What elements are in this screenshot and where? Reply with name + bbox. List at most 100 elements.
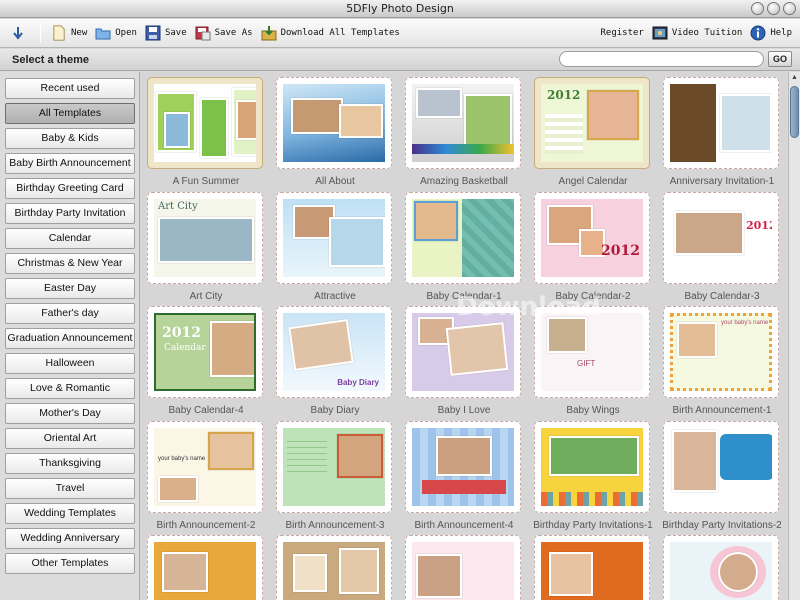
calendar-year-text: 2012 bbox=[746, 219, 772, 232]
template-card-anniversary-invitation-1[interactable] bbox=[663, 77, 779, 169]
template-card-all-about[interactable] bbox=[276, 77, 392, 169]
template-card-baby-calendar-3[interactable]: 2012 bbox=[663, 192, 779, 284]
sidebar-item-christmas-new-year[interactable]: Christmas & New Year bbox=[5, 253, 135, 274]
template-preview: your baby's name bbox=[154, 428, 256, 506]
close-button[interactable] bbox=[783, 2, 796, 15]
open-label: Open bbox=[115, 28, 137, 38]
theme-bar: Select a theme GO bbox=[0, 49, 800, 71]
scrollbar-thumb[interactable] bbox=[790, 86, 799, 138]
template-preview: 2012 bbox=[541, 84, 643, 162]
template-card-art-city[interactable]: Art City bbox=[147, 192, 263, 284]
template-caption: Baby Calendar-4 bbox=[168, 405, 244, 416]
minimize-button[interactable] bbox=[751, 2, 764, 15]
download-arrow-button[interactable] bbox=[0, 21, 34, 45]
template-caption: Baby Diary bbox=[310, 405, 360, 416]
sidebar-item-graduation-announcement[interactable]: Graduation Announcement bbox=[5, 328, 135, 349]
download-all-templates-button[interactable]: Download All Templates bbox=[257, 21, 404, 45]
sidebar-item-travel[interactable]: Travel bbox=[5, 478, 135, 499]
template-card-birthday-party-invitations-2[interactable] bbox=[663, 421, 779, 513]
template-preview bbox=[412, 428, 514, 506]
template-card-angel-calendar[interactable]: 2012 bbox=[534, 77, 650, 169]
sidebar-item-baby-birth-announcement[interactable]: Baby Birth Announcement bbox=[5, 153, 135, 174]
template-caption: Birthday Party Invitations-1 bbox=[533, 520, 653, 531]
video-tuition-label: Video Tuition bbox=[671, 28, 743, 38]
template-card-baby-diary[interactable]: Baby Diary bbox=[276, 306, 392, 398]
gallery-scrollbar[interactable]: ▲ bbox=[788, 72, 800, 600]
template-card-baby-calendar-1[interactable]: 2012 bbox=[405, 192, 521, 284]
template-card[interactable] bbox=[276, 535, 392, 600]
template-caption: Birth Announcement-3 bbox=[285, 520, 385, 531]
template-card-attractive[interactable] bbox=[276, 192, 392, 284]
template-card-baby-wings[interactable]: GIFT bbox=[534, 306, 650, 398]
template-preview: 2012 bbox=[541, 199, 643, 277]
template-caption: Anniversary Invitation-1 bbox=[669, 176, 775, 187]
template-card[interactable] bbox=[147, 535, 263, 600]
zoom-button[interactable] bbox=[767, 2, 780, 15]
help-label: Help bbox=[770, 28, 792, 38]
sidebar-item-recent-used[interactable]: Recent used bbox=[5, 78, 135, 99]
help-button[interactable]: Help bbox=[746, 21, 796, 45]
template-caption: Birthday Party Invitations-2 bbox=[662, 520, 782, 531]
template-card-birth-announcement-4[interactable] bbox=[405, 421, 521, 513]
new-document-icon bbox=[53, 25, 65, 41]
template-preview bbox=[670, 542, 772, 600]
template-card-baby-calendar-4[interactable]: 2012 Calendar bbox=[147, 306, 263, 398]
template-card-baby-i-love[interactable] bbox=[405, 306, 521, 398]
sidebar-item-love-romantic[interactable]: Love & Romantic bbox=[5, 378, 135, 399]
template-card-a-fun-summer[interactable] bbox=[147, 77, 263, 169]
sidebar-item-oriental-art[interactable]: Oriental Art bbox=[5, 428, 135, 449]
template-preview bbox=[154, 84, 256, 162]
sidebar-item-all-templates[interactable]: All Templates bbox=[5, 103, 135, 124]
video-tuition-button[interactable]: Video Tuition bbox=[648, 21, 746, 45]
sidebar-item-wedding-anniversary[interactable]: Wedding Anniversary bbox=[5, 528, 135, 549]
template-caption: Birth Announcement-4 bbox=[414, 520, 514, 531]
open-button[interactable]: Open bbox=[91, 21, 141, 45]
sidebar-item-calendar[interactable]: Calendar bbox=[5, 228, 135, 249]
sidebar-item-birthday-greeting-card[interactable]: Birthday Greeting Card bbox=[5, 178, 135, 199]
new-button[interactable]: New bbox=[47, 21, 91, 45]
save-button[interactable]: Save bbox=[141, 21, 191, 45]
sidebar-item-birthday-party-invitation[interactable]: Birthday Party Invitation bbox=[5, 203, 135, 224]
template-preview bbox=[541, 542, 643, 600]
template-card-birth-announcement-1[interactable]: your baby's name bbox=[663, 306, 779, 398]
template-preview: GIFT bbox=[541, 313, 643, 391]
sidebar-item-other-templates[interactable]: Other Templates bbox=[5, 553, 135, 574]
save-as-button[interactable]: Save As bbox=[191, 21, 257, 45]
download-all-label: Download All Templates bbox=[280, 28, 400, 38]
template-preview: 2012 bbox=[412, 199, 514, 277]
sidebar-item-halloween[interactable]: Halloween bbox=[5, 353, 135, 374]
template-preview bbox=[541, 428, 643, 506]
template-preview bbox=[412, 313, 514, 391]
template-card-birth-announcement-2[interactable]: your baby's name bbox=[147, 421, 263, 513]
template-caption: Baby I Love bbox=[437, 405, 491, 416]
sidebar-item-thanksgiving[interactable]: Thanksgiving bbox=[5, 453, 135, 474]
sidebar-item-easter-day[interactable]: Easter Day bbox=[5, 278, 135, 299]
sidebar-item-fathers-day[interactable]: Father's day bbox=[5, 303, 135, 324]
toolbar-right-group: Register Video Tuition Help bbox=[597, 21, 800, 45]
register-button[interactable]: Register bbox=[597, 21, 648, 45]
sidebar-item-baby-kids[interactable]: Baby & Kids bbox=[5, 128, 135, 149]
help-info-icon bbox=[750, 25, 766, 41]
template-card-baby-calendar-2[interactable]: 2012 bbox=[534, 192, 650, 284]
scroll-up-arrow-icon[interactable]: ▲ bbox=[789, 72, 800, 84]
template-card-amazing-basketball[interactable] bbox=[405, 77, 521, 169]
go-button[interactable]: GO bbox=[768, 51, 792, 67]
template-preview bbox=[670, 84, 772, 162]
template-preview bbox=[412, 84, 514, 162]
sidebar-item-wedding-templates[interactable]: Wedding Templates bbox=[5, 503, 135, 524]
template-preview: 2012 Calendar bbox=[154, 313, 256, 391]
search-input[interactable] bbox=[559, 51, 764, 67]
template-caption: Baby Calendar-1 bbox=[426, 291, 502, 302]
template-card[interactable] bbox=[405, 535, 521, 600]
template-card-birthday-party-invitations-1[interactable] bbox=[534, 421, 650, 513]
window-controls bbox=[751, 2, 796, 15]
template-card[interactable] bbox=[534, 535, 650, 600]
open-folder-icon bbox=[95, 28, 111, 40]
template-preview bbox=[283, 542, 385, 600]
template-card-birth-announcement-3[interactable] bbox=[276, 421, 392, 513]
calendar-year-text: 2012 bbox=[162, 325, 201, 341]
template-card[interactable] bbox=[663, 535, 779, 600]
template-preview: 2012 bbox=[670, 199, 772, 277]
sidebar-item-mothers-day[interactable]: Mother's Day bbox=[5, 403, 135, 424]
theme-sidebar: Recent used All Templates Baby & Kids Ba… bbox=[0, 72, 140, 600]
